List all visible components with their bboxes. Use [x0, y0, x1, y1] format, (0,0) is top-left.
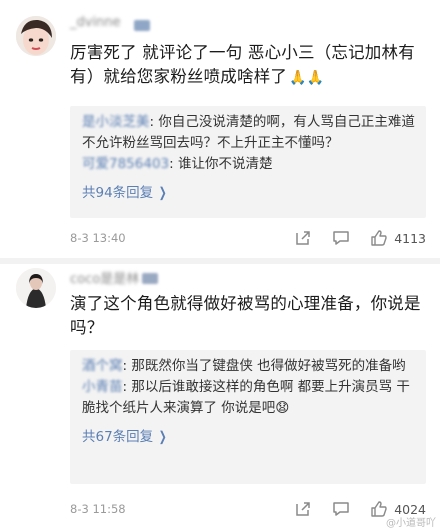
more-replies-label: 共67条回复: [82, 429, 154, 445]
reply-username[interactable]: 酒个窝: [82, 358, 123, 374]
like-count: 4113: [394, 230, 426, 246]
username[interactable]: coco是是林: [70, 268, 139, 287]
vip-badge-icon: [134, 20, 150, 31]
reply-item: 可爱7856403: 谁让你不说清楚: [82, 154, 416, 175]
reply-username[interactable]: 是小淡芝美: [82, 114, 150, 130]
comment-text: 厉害死了 就评论了一句 恶心小三（忘记加林有有）就给您家粉丝喷成啥样了 🙏🙏: [70, 41, 430, 90]
more-replies-link[interactable]: 共94条回复 ❯: [82, 181, 416, 201]
timestamp: 8-3 13:40: [70, 231, 126, 245]
reply-box[interactable]: 是小淡芝美: 你自己没说清楚的啊，有人骂自己正主难道不允许粉丝骂回去吗？不上升正…: [70, 106, 426, 218]
chevron-right-icon: ❯: [158, 185, 167, 201]
reply-colon: :: [169, 156, 178, 172]
like-button[interactable]: 4113: [370, 229, 426, 247]
comment-icon[interactable]: [332, 500, 350, 518]
comment-text: 演了这个角色就得做好被骂的心理准备，你说是吗？: [70, 292, 430, 340]
reply-username[interactable]: 可爱7856403: [82, 156, 169, 172]
vip-badge-icon: [142, 273, 158, 284]
comment-body: 厉害死了 就评论了一句 恶心小三（忘记加林有有）就给您家粉丝喷成啥样了: [70, 43, 415, 86]
reply-text: 那既然你当了键盘侠 也得做好被骂死的准备哟: [131, 358, 406, 374]
username[interactable]: _dvinne: [70, 15, 121, 30]
reply-box[interactable]: 酒个窝: 那既然你当了键盘侠 也得做好被骂死的准备哟 小青苗: 那以后谁敢接这样…: [70, 350, 426, 484]
avatar-photo-icon: [16, 268, 56, 308]
comment-body: 演了这个角色就得做好被骂的心理准备，你说是吗？: [70, 294, 421, 337]
more-replies-link[interactable]: 共67条回复 ❯: [82, 425, 416, 445]
timestamp: 8-3 11:58: [70, 502, 126, 516]
reply-text: 谁让你不说清楚: [177, 156, 273, 172]
share-icon[interactable]: [294, 229, 312, 247]
share-icon[interactable]: [294, 500, 312, 518]
comment-item: _dvinne 厉害死了 就评论了一句 恶心小三（忘记加林有有）就给您家粉丝喷成…: [0, 0, 440, 262]
reply-text: 那以后谁敢接这样的角色啊 都要上升演员骂 干脆找个纸片人来演算了 你说是吧😧: [82, 379, 410, 416]
watermark: @小道哥吖: [386, 518, 436, 529]
avatar[interactable]: [16, 16, 56, 56]
reply-item: 是小淡芝美: 你自己没说清楚的啊，有人骂自己正主难道不允许粉丝骂回去吗？不上升正…: [82, 112, 416, 154]
avatar-photo-icon: [16, 16, 56, 56]
thumbs-up-icon: [370, 229, 388, 247]
chevron-right-icon: ❯: [158, 429, 167, 445]
comment-actions: 4113: [294, 227, 426, 249]
reply-item: 小青苗: 那以后谁敢接这样的角色啊 都要上升演员骂 干脆找个纸片人来演算了 你说…: [82, 377, 416, 419]
reply-item: 酒个窝: 那既然你当了键盘侠 也得做好被骂死的准备哟: [82, 356, 416, 377]
comment-item: coco是是林 演了这个角色就得做好被骂的心理准备，你说是吗？ 酒个窝: 那既然…: [0, 262, 440, 532]
more-replies-label: 共94条回复: [82, 185, 154, 201]
comment-icon[interactable]: [332, 229, 350, 247]
reply-username[interactable]: 小青苗: [82, 379, 123, 395]
avatar[interactable]: [16, 268, 56, 308]
pray-emoji-icon: 🙏🙏: [289, 70, 325, 86]
